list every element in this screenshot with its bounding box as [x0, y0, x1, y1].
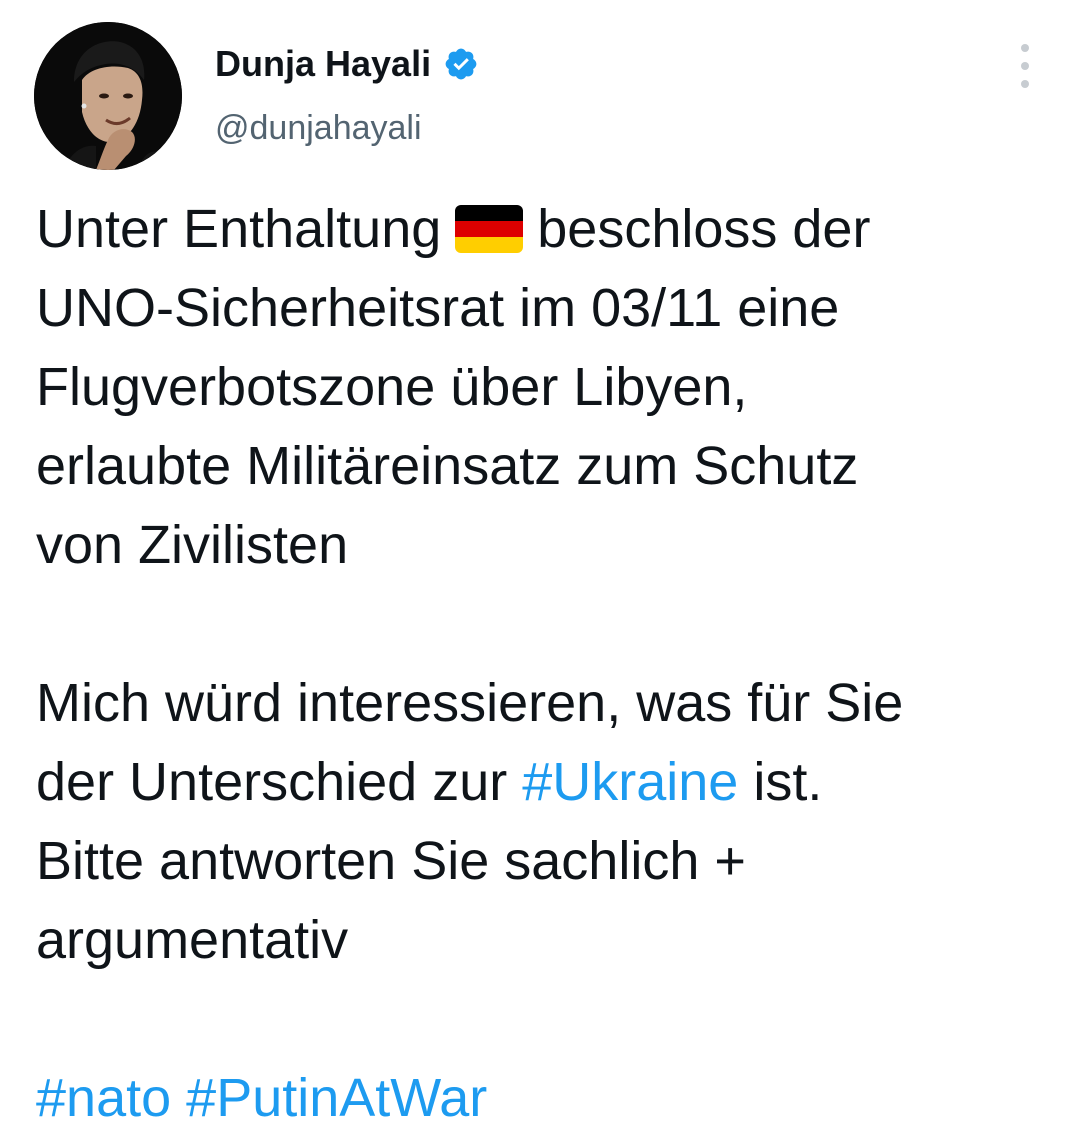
hashtag-nato-link[interactable]: #nato — [36, 1068, 171, 1128]
germany-flag-emoji — [455, 205, 524, 253]
more-options-icon[interactable] — [1010, 44, 1040, 88]
hashtag-ukraine-link[interactable]: #Ukraine — [522, 752, 738, 812]
tweet-body: Unter Enthaltung beschloss der UNO-Sicher… — [36, 190, 1046, 1138]
tweet-line-2: UNO-Sicherheitsrat im 03/11 eine — [36, 278, 840, 338]
dot — [1021, 62, 1029, 70]
dot — [1021, 44, 1029, 52]
tweet-line-5: von Zivilisten — [36, 515, 349, 575]
paragraph-break — [36, 980, 1046, 1059]
tweet-text-segment: ist. — [738, 752, 823, 812]
author-display-name[interactable]: Dunja Hayali — [215, 40, 431, 88]
tweet-line-6: Mich würd interessieren, was für Sie — [36, 673, 904, 733]
verified-badge-icon — [443, 46, 479, 82]
author-display-name-row[interactable]: Dunja Hayali — [215, 40, 479, 88]
profile-photo — [34, 22, 182, 170]
tweet-line-8: Bitte antworten Sie sachlich + — [36, 831, 746, 891]
tweet-text-segment: beschloss der — [537, 199, 871, 259]
tweet-hashtags-line: #nato #PutinAtWar — [36, 1059, 1046, 1138]
author-handle[interactable]: @dunjahayali — [215, 106, 422, 150]
tweet-line-9: argumentativ — [36, 910, 349, 970]
tweet-line-7: der Unterschied zur #Ukraine ist. — [36, 743, 1046, 822]
tweet-text-segment: Unter Enthaltung — [36, 199, 442, 259]
tweet-line-3: Flugverbotszone über Libyen, — [36, 357, 748, 417]
tweet-line-4: erlaubte Militäreinsatz zum Schutz — [36, 436, 859, 496]
tweet-text-segment: der Unterschied zur — [36, 752, 523, 812]
hashtag-putinatwar-link[interactable]: #PutinAtWar — [186, 1068, 487, 1128]
paragraph-break — [36, 585, 1046, 664]
tweet-line-1: Unter Enthaltung beschloss der — [36, 190, 1046, 269]
dot — [1021, 80, 1029, 88]
author-avatar[interactable] — [34, 22, 182, 170]
